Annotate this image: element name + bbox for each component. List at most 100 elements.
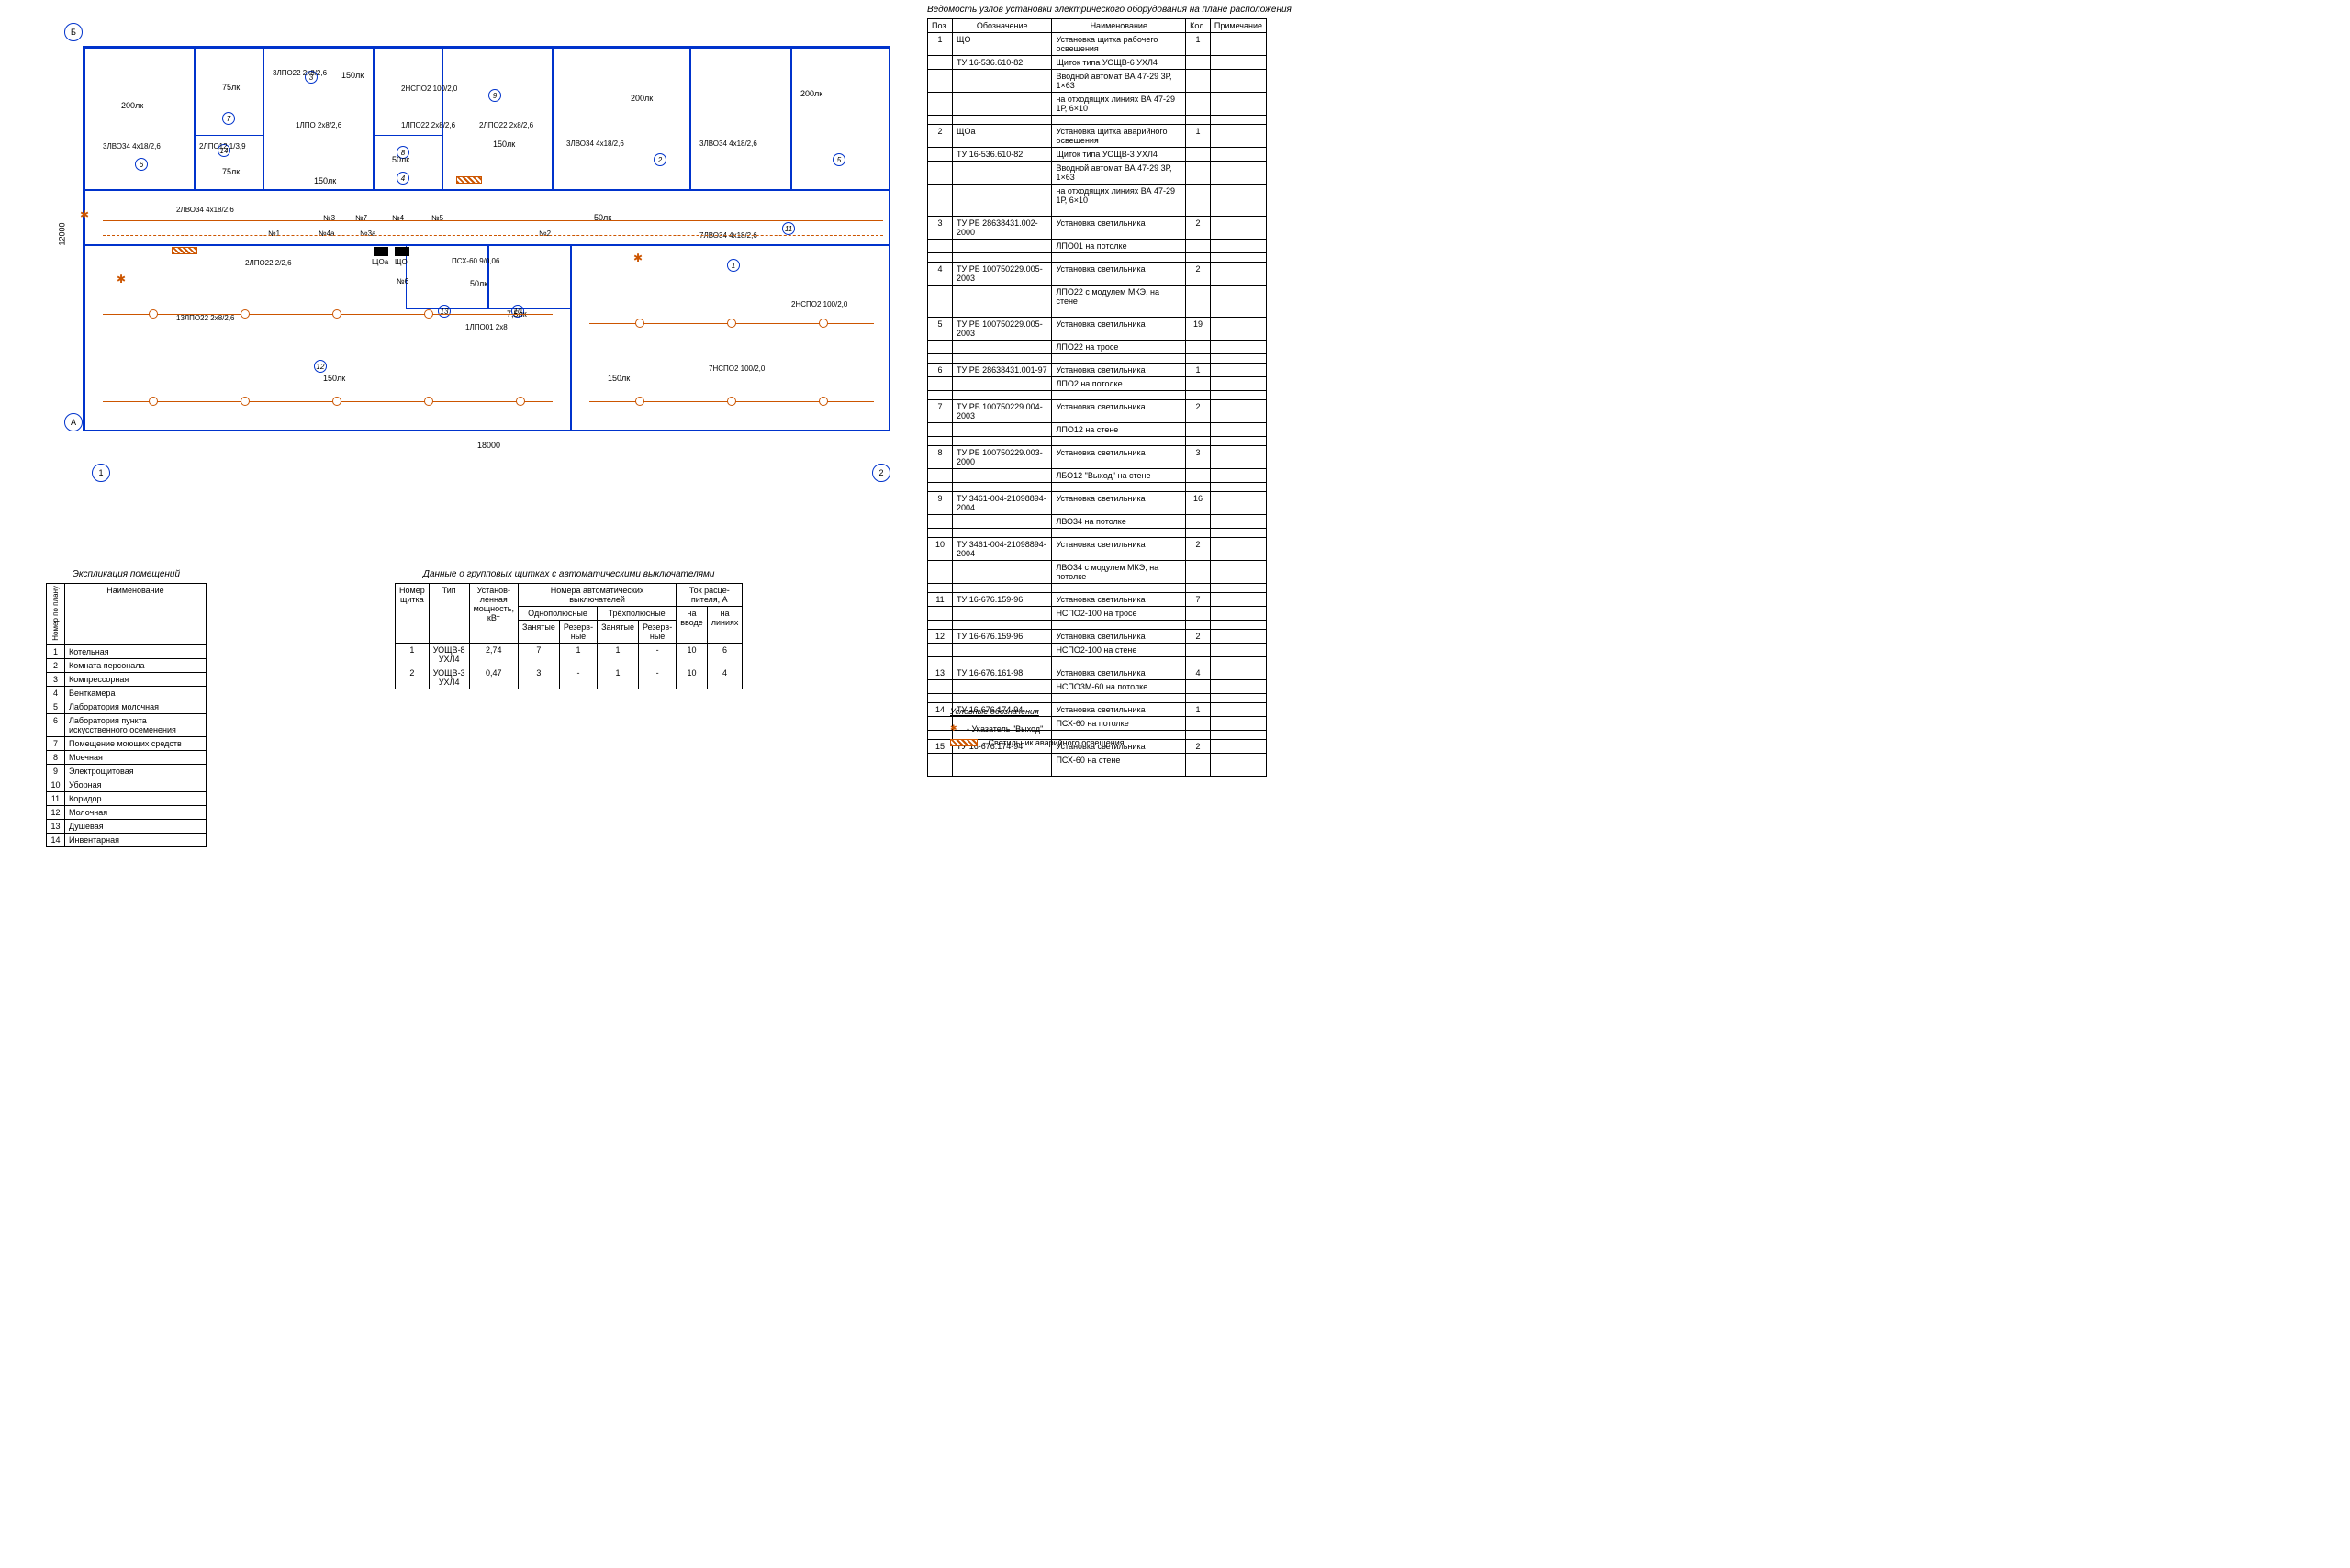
pt-h-sres: Резерв- ные <box>559 621 597 644</box>
pt-h-lines: на линиях <box>707 607 743 644</box>
expl-row: 10Уборная <box>47 778 207 791</box>
lux-200-1: 200лк <box>121 101 143 110</box>
eq-row <box>928 391 1267 400</box>
fl-f13: 7НСПО2 100/2,0 <box>709 364 765 373</box>
eq-row <box>928 116 1267 125</box>
eq-row: ЛПО12 на стене <box>928 423 1267 437</box>
legend-exit-text: - Указатель "Выход" <box>967 724 1043 734</box>
n6: №6 <box>397 277 408 286</box>
expl-row: 6Лаборатория пункта искусственного осеме… <box>47 713 207 736</box>
lux-150-2: 150лк <box>314 176 336 185</box>
roomnum-13: 13 <box>438 305 451 318</box>
eq-row <box>928 354 1267 364</box>
eq-row: 6ТУ РБ 28638431.001-97Установка светильн… <box>928 364 1267 377</box>
eq-row: ЛВО34 с модулем МКЭ, на потолке <box>928 561 1267 584</box>
eq-row: ТУ 16-536.610-82Щиток типа УОЩВ-3 УХЛ4 <box>928 148 1267 162</box>
exit-1: ✱ <box>80 208 89 221</box>
eq-h-qty: Кол. <box>1186 19 1211 33</box>
floorplan-area: Б А 1 2 12000 18000 6 7 14 3 8 4 9 2 5 1… <box>37 18 890 477</box>
pt-h-tres: Резерв- ные <box>638 621 676 644</box>
eq-h-des: Обозначение <box>953 19 1052 33</box>
room-2 <box>553 48 690 190</box>
eq-row: на отходящих линиях ВА 47-29 1Р, 6×10 <box>928 185 1267 207</box>
eq-row: ЛПО22 на тросе <box>928 341 1267 354</box>
eq-row: ЛПО2 на потолке <box>928 377 1267 391</box>
legend: Условные обозначения ✱ - Указатель "Выхо… <box>950 707 1125 751</box>
fl-f4: 1ЛПО 2х8/2,6 <box>296 121 341 129</box>
fx-e <box>149 397 158 406</box>
fx-g <box>332 397 341 406</box>
emerg-fix-1 <box>172 247 197 254</box>
roomnum-12: 12 <box>314 360 327 373</box>
fl-f11: 2ЛВО34 4х18/2,6 <box>176 206 234 214</box>
fx-i <box>516 397 525 406</box>
expl-hdr-num: Номер по плану <box>47 584 65 645</box>
emerg-fix-2 <box>456 176 482 184</box>
eq-row <box>928 767 1267 777</box>
lux-50-1: 50лк <box>392 155 409 164</box>
panel-sho <box>395 247 409 256</box>
fl-f6: 1ЛПО22 2х8/2,6 <box>401 121 455 129</box>
pt-h-in: на вводе <box>677 607 708 644</box>
fl-f12: 13ЛПО22 2х8/2,6 <box>176 314 234 322</box>
fl-f9: 3ЛВО34 4х18/2,6 <box>699 140 757 148</box>
fl-f15: 2ЛПО22 2/2,6 <box>245 259 292 267</box>
eq-row <box>928 483 1267 492</box>
fl-f17: ПСХ-60 9/0,06 <box>452 257 499 265</box>
eq-row: 9ТУ 3461-004-21098894-2004Установка свет… <box>928 492 1267 515</box>
expl-row: 5Лаборатория молочная <box>47 700 207 713</box>
eq-row: 3ТУ РБ 28638431.002-2000Установка светил… <box>928 217 1267 240</box>
eq-row <box>928 529 1267 538</box>
shoa-label: ЩОа <box>372 258 388 266</box>
fx-n <box>727 319 736 328</box>
pt-h-num: Номер щитка <box>396 584 430 644</box>
eq-row: 8ТУ РБ 100750229.003-2000Установка свети… <box>928 446 1267 469</box>
eq-row <box>928 657 1267 666</box>
eq-row: 10ТУ 3461-004-21098894-2004Установка све… <box>928 538 1267 561</box>
fx-k <box>727 397 736 406</box>
n4a: №4a <box>319 230 334 238</box>
roomnum-1: 1 <box>727 259 740 272</box>
lux-150-1: 150лк <box>341 71 364 80</box>
grid-mark-a: А <box>64 413 83 431</box>
grid-mark-2: 2 <box>872 464 890 482</box>
eq-row: НСПО3М-60 на потолке <box>928 680 1267 694</box>
exit-icon: ✱ <box>950 723 961 734</box>
cable-run-4 <box>103 235 883 236</box>
fl-f3: 3ЛПО22 2х8/2,6 <box>273 69 327 77</box>
cable-run-2 <box>103 401 553 402</box>
n2: №2 <box>539 230 551 238</box>
grid-mark-1: 1 <box>92 464 110 482</box>
eq-row: ТУ 16-536.610-82Щиток типа УОЩВ-6 УХЛ4 <box>928 56 1267 70</box>
eq-row: НСПО2-100 на стене <box>928 644 1267 657</box>
legend-title: Условные обозначения <box>950 707 1125 716</box>
exit-3: ✱ <box>633 252 643 264</box>
pt-h-current: Ток расце- пителя, А <box>677 584 743 607</box>
expl-row: 8Моечная <box>47 750 207 764</box>
grid-mark-b: Б <box>64 23 83 41</box>
eq-row <box>928 621 1267 630</box>
fl-f1: 3ЛВО34 4х18/2,6 <box>103 142 161 151</box>
legend-emerg-text: - Светильник аварийного освещения <box>983 738 1125 747</box>
roomnum-11: 11 <box>782 222 795 235</box>
emergency-fixture-icon <box>950 739 978 746</box>
pt-h-type: Тип <box>429 584 469 644</box>
eq-row: ЛВО34 на потолке <box>928 515 1267 529</box>
eq-row <box>928 253 1267 263</box>
eq-row: 4ТУ РБ 100750229.005-2003Установка свети… <box>928 263 1267 286</box>
explication-table: Экспликация помещений Номер по плану Наи… <box>46 569 207 847</box>
fl-f8: 3ЛВО34 4х18/2,6 <box>566 140 624 148</box>
pt-h-breakers: Номера автоматических выключателей <box>518 584 676 607</box>
eq-row: ЛБО12 "Выход" на стене <box>928 469 1267 483</box>
fx-b <box>241 309 250 319</box>
sho-label: ЩО <box>395 258 408 266</box>
eq-row: ЛПО01 на потолке <box>928 240 1267 253</box>
eq-row <box>928 437 1267 446</box>
roomnum-2: 2 <box>654 153 666 166</box>
eq-row: 11ТУ 16-676.159-96Установка светильника7 <box>928 593 1267 607</box>
panel-row: 1УОЩВ-8 УХЛ42,74711-106 <box>396 644 743 666</box>
fx-j <box>635 397 644 406</box>
fl-f14: 2НСПО2 100/2,0 <box>791 300 847 308</box>
expl-row: 12Молочная <box>47 805 207 819</box>
eq-row <box>928 694 1267 703</box>
